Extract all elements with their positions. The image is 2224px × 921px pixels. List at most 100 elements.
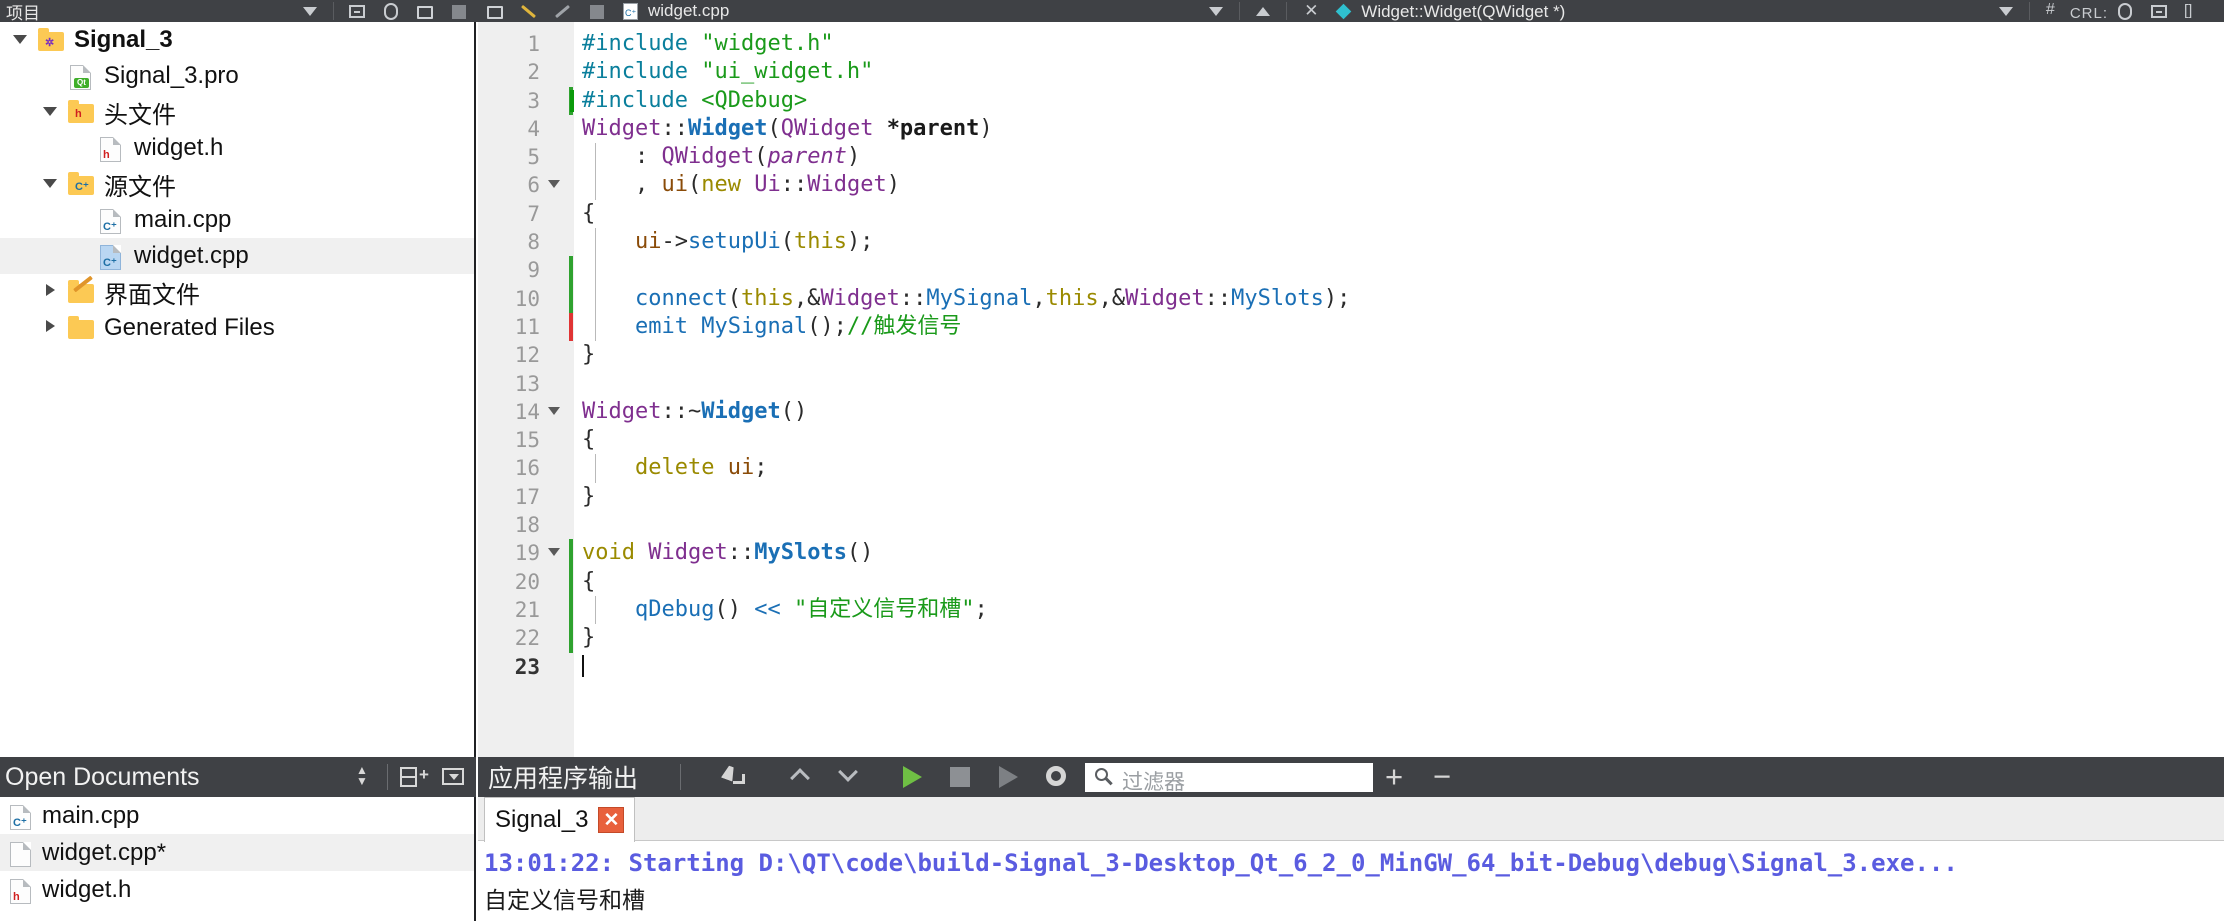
code-line-23[interactable]: 23 <box>478 653 2224 681</box>
hash-icon[interactable]: # <box>2036 0 2070 22</box>
code-line-20[interactable]: 20 { <box>478 567 2224 596</box>
code-token: MySlots <box>1231 285 1324 311</box>
tree-expander[interactable] <box>36 319 64 337</box>
minus-icon[interactable]: − <box>1421 757 1469 797</box>
tree-item-signal_3.pro[interactable]: Qt Signal_3.pro <box>0 58 474 94</box>
code-lines[interactable]: 1 #include "widget.h" 2 #include "ui_widget… <box>478 30 2224 681</box>
code-token: Widget <box>701 398 781 424</box>
caret-up-icon[interactable] <box>1246 0 1280 22</box>
plus-icon[interactable]: + <box>1373 757 1421 797</box>
current-file-tab[interactable]: widget.cpp <box>648 1 729 21</box>
code-line-5[interactable]: 5 : QWidget(parent) <box>478 143 2224 172</box>
pencil-icon[interactable] <box>512 0 546 22</box>
change-marker <box>569 539 573 568</box>
rerun-play-icon[interactable] <box>983 757 1031 797</box>
dropdown-menu-icon[interactable] <box>432 757 476 797</box>
tree-expander[interactable] <box>6 31 34 49</box>
run-play-icon[interactable] <box>887 757 935 797</box>
sort-updown-icon[interactable]: ▲ ▼ <box>343 757 387 797</box>
minibox-icon[interactable] <box>2142 0 2176 22</box>
close-tab-icon[interactable]: ✕ <box>598 807 625 833</box>
code-line-17[interactable]: 17} <box>478 483 2224 511</box>
code-line-2[interactable]: 2 #include "ui_widget.h" <box>478 58 2224 86</box>
tree-expander[interactable] <box>36 175 64 193</box>
tree-item-label: 界面文件 <box>104 281 200 309</box>
code-line-7[interactable]: 7{ <box>478 200 2224 228</box>
tree-expander[interactable] <box>36 283 64 301</box>
code-line-18[interactable]: 18 <box>478 511 2224 539</box>
line-number: 5 <box>527 145 540 170</box>
code-line-14[interactable]: 14 Widget::~Widget() <box>478 398 2224 426</box>
open-document-main.cpp[interactable]: C⁺ main.cpp <box>0 797 474 834</box>
code-line-10[interactable]: 10 connect(this,&Widget::MySignal,this,&… <box>478 284 2224 313</box>
code-editor[interactable]: 1 #include "widget.h" 2 #include "ui_widget… <box>478 22 2224 757</box>
save-icon[interactable] <box>478 0 512 22</box>
chevron-down-icon[interactable] <box>827 757 875 797</box>
code-line-13[interactable]: 13 <box>478 370 2224 398</box>
code-line-3[interactable]: 3 #include <QDebug> <box>478 86 2224 115</box>
tree-expander[interactable] <box>36 103 64 121</box>
tree-item-signal_3[interactable]: ✲ Signal_3 <box>0 22 474 58</box>
file-cpp-icon: C⁺ <box>4 802 38 830</box>
code-line-19[interactable]: 19 void Widget::MySlots() <box>478 539 2224 568</box>
code-token: :: <box>727 540 755 566</box>
tree-item-[interactable]: C⁺ 源文件 <box>0 166 474 202</box>
code-line-12[interactable]: 12} <box>478 341 2224 369</box>
open-document-widget.h[interactable]: h widget.h <box>0 871 474 908</box>
tree-item-main.cpp[interactable]: C⁺ main.cpp <box>0 202 474 238</box>
link-icon[interactable] <box>374 0 408 22</box>
code-token: , <box>1032 285 1046 311</box>
undo-icon[interactable] <box>546 0 580 22</box>
fold-arrow-icon[interactable] <box>548 406 560 415</box>
symbol-dropdown[interactable]: Widget::Widget(QWidget *) <box>1361 2 1565 22</box>
stop-square-icon[interactable] <box>935 757 983 797</box>
divider <box>1239 2 1241 20</box>
close-icon[interactable]: ✕ <box>1293 0 1327 22</box>
code-line-8[interactable]: 8 ui->setupUi(this); <box>478 228 2224 257</box>
code-text: ui->setupUi(this); <box>582 228 873 256</box>
chevron-down-icon-2[interactable] <box>1989 0 2023 22</box>
filter-input-wrap[interactable]: 过滤器 <box>1085 757 1374 797</box>
split-add-icon[interactable]: + <box>388 757 432 797</box>
code-line-21[interactable]: 21 qDebug() << "自定义信号和槽"; <box>478 595 2224 625</box>
chevron-up-icon[interactable] <box>779 757 827 797</box>
gear-icon[interactable] <box>1031 757 1079 797</box>
tree-item-generatedfiles[interactable]: Generated Files <box>0 310 474 346</box>
tree-item-[interactable]: 界面文件 <box>0 274 474 310</box>
code-line-16[interactable]: 16 delete ui; <box>478 454 2224 483</box>
code-token: ( <box>780 229 794 255</box>
chevron-down-icon[interactable] <box>1199 0 1233 22</box>
fold-arrow-icon[interactable] <box>548 548 560 557</box>
code-line-9[interactable]: 9 <box>478 256 2224 285</box>
code-line-11[interactable]: 11 emit MySignal();//触发信号 <box>478 312 2224 342</box>
close-pane-icon[interactable] <box>442 0 476 22</box>
open-document-widget.cpp[interactable]: widget.cpp* <box>0 834 474 871</box>
circle-icon[interactable] <box>2108 0 2142 22</box>
filter-input[interactable]: 过滤器 <box>1085 763 1374 794</box>
fold-arrow-icon[interactable] <box>548 180 560 189</box>
open-documents-list[interactable]: C⁺ main.cpp widget.cpp* h widget.h <box>0 797 476 921</box>
tree-item-[interactable]: h 头文件 <box>0 94 474 130</box>
file-plain-icon <box>4 839 38 867</box>
clear-broom-icon[interactable] <box>709 757 757 797</box>
tree-item-widget.h[interactable]: h widget.h <box>0 130 474 166</box>
open-document-label: main.cpp <box>42 801 140 829</box>
output-tab-signal3[interactable]: Signal_3 ✕ <box>484 797 636 842</box>
redo-icon[interactable] <box>580 0 614 22</box>
code-token: MySlots <box>754 540 847 566</box>
filter-icon[interactable] <box>340 0 374 22</box>
chevron-down-icon[interactable] <box>293 0 327 22</box>
tree-item-widget.cpp[interactable]: C⁺ widget.cpp <box>0 238 474 274</box>
project-tree[interactable]: ✲ Signal_3 Qt Signal_3.pro h 头文件 h widget.h C⁺ 源文… <box>0 22 476 757</box>
code-line-6[interactable]: 6 , ui(new Ui::Widget) <box>478 171 2224 200</box>
split-icon[interactable] <box>408 0 442 22</box>
line-number: 11 <box>514 314 540 339</box>
code-line-15[interactable]: 15 { <box>478 426 2224 454</box>
code-line-22[interactable]: 22} <box>478 624 2224 653</box>
tree-item-label: 头文件 <box>104 101 176 129</box>
code-line-4[interactable]: 4 Widget::Widget(QWidget *parent) <box>478 115 2224 143</box>
brace-icon[interactable]: [] <box>2176 0 2210 22</box>
code-line-1[interactable]: 1 #include "widget.h" <box>478 30 2224 58</box>
